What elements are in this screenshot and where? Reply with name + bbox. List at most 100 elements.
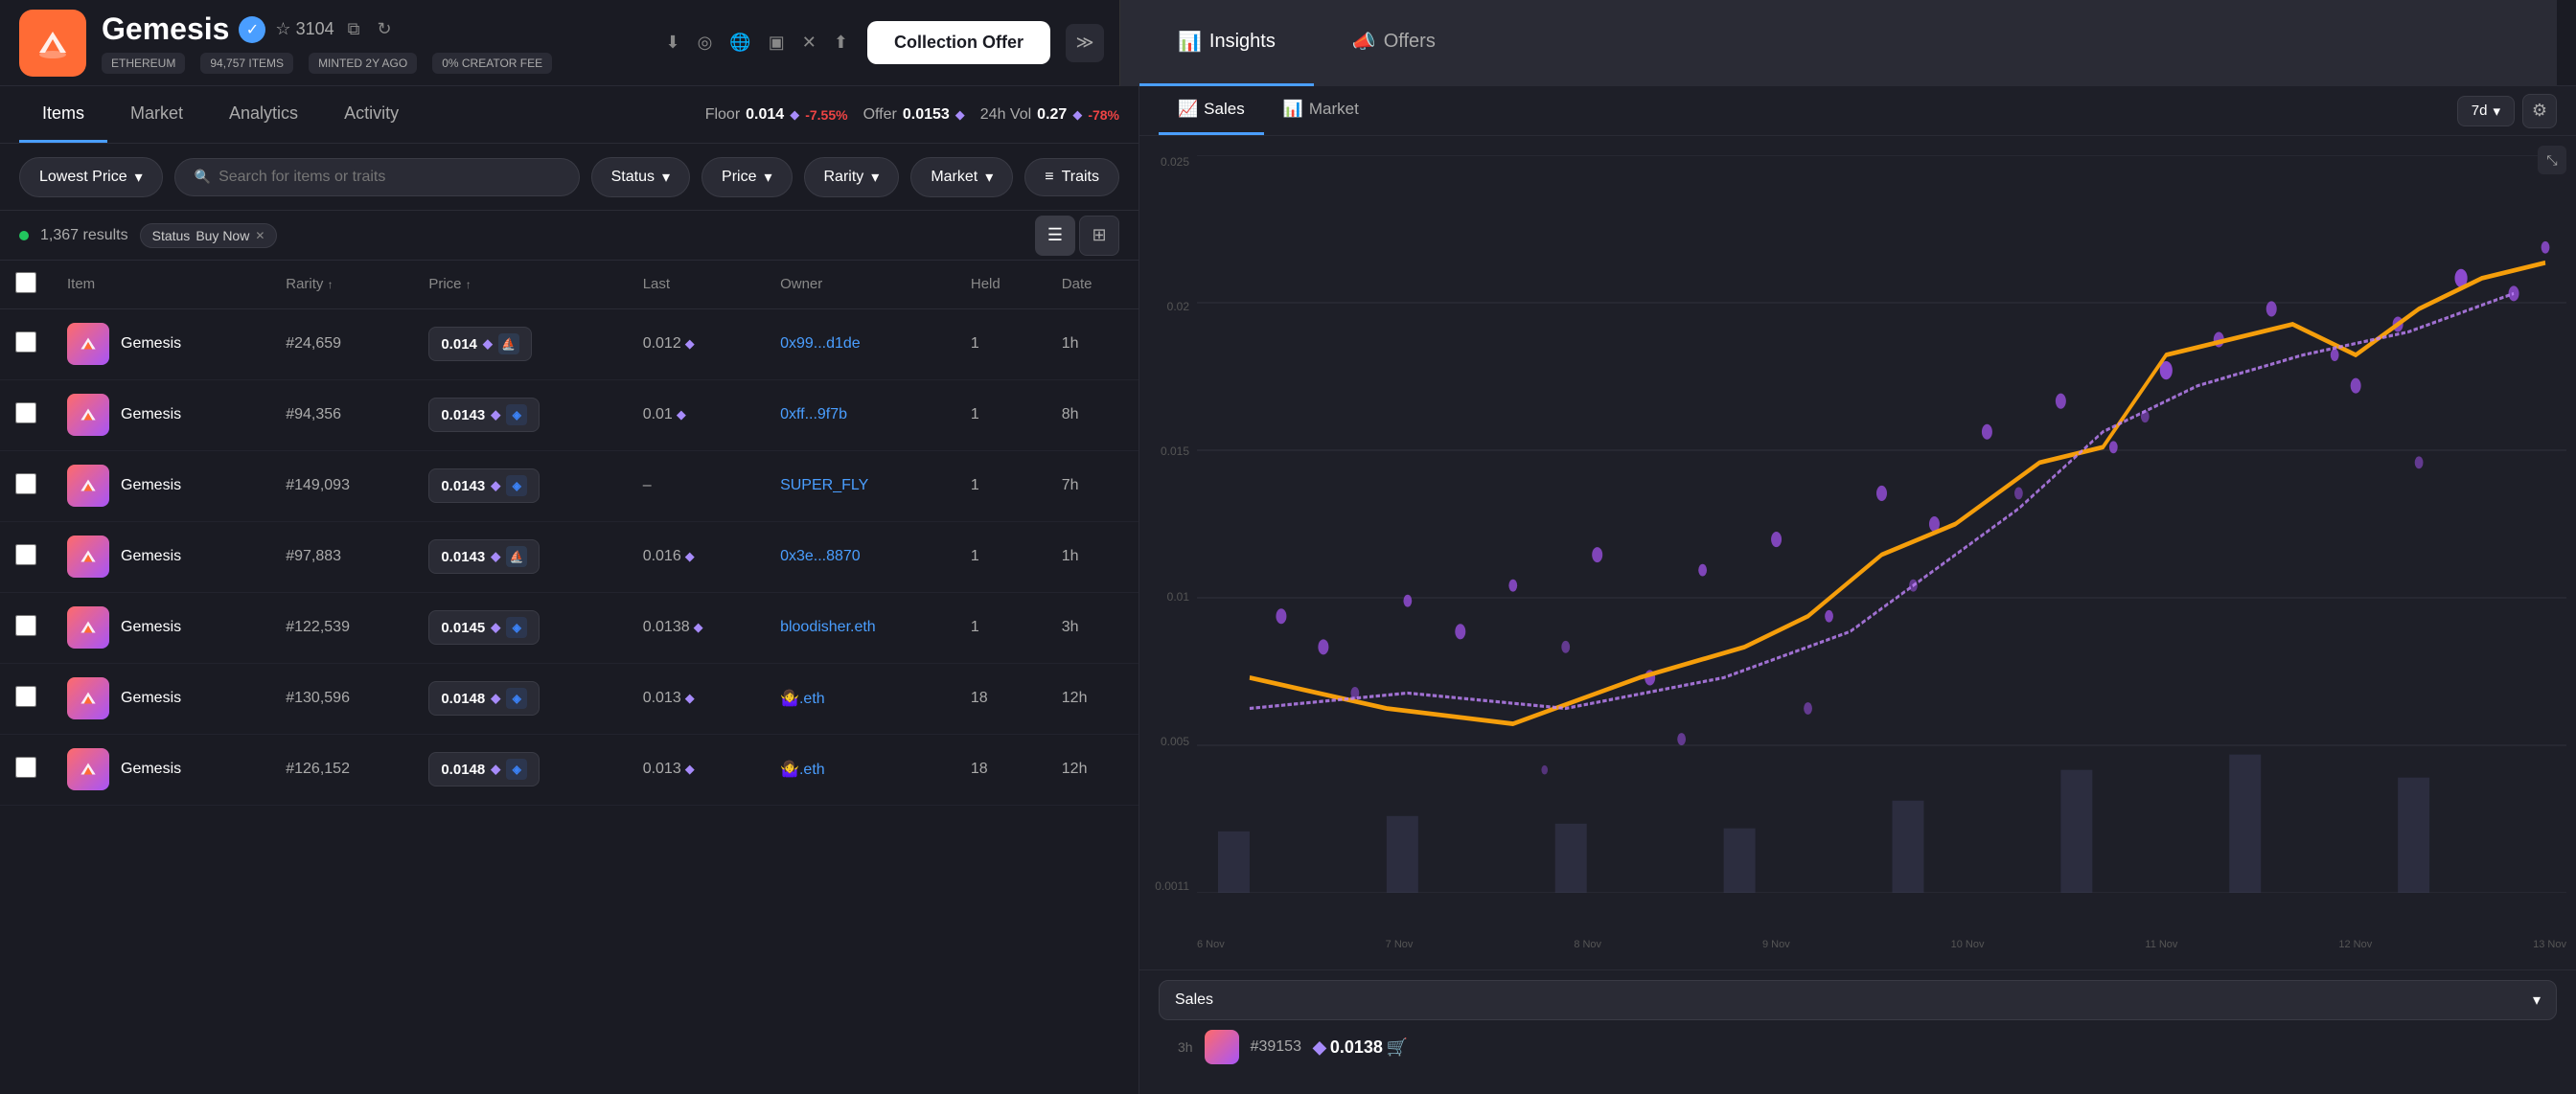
last-price-value: 0.013 [643,761,681,778]
price-pill[interactable]: 0.0148 ◆ ◈ [428,752,540,786]
globe-icon[interactable]: 🌐 [725,29,754,57]
price-pill[interactable]: 0.014 ◆ ⛵ [428,327,532,361]
owner-link[interactable]: 0x3e...8870 [780,548,861,564]
row-price-cell: 0.0145 ◆ ◈ [413,592,627,663]
last-eth-icon: ◆ [685,691,695,706]
owner-link[interactable]: 🤷‍♀️.eth [780,691,825,707]
owner-link[interactable]: 🤷‍♀️.eth [780,762,825,778]
tab-market[interactable]: Market [107,86,206,143]
header-checkbox[interactable] [0,261,52,308]
price-eth-icon: ◆ [491,620,500,635]
sales-dropdown[interactable]: Sales ▾ [1159,980,2557,1020]
item-name: Gemesis [121,477,181,494]
bottom-price-value: 0.0138 [1330,1037,1383,1058]
market-chevron-icon: ▾ [985,168,993,187]
row-checkbox[interactable] [15,544,36,565]
table-row[interactable]: Gemesis #126,152 0.0148 ◆ ◈ 0.013 ◆ 🤷‍♀️… [0,734,1138,805]
market-blur-icon: ◈ [506,475,527,496]
y-label-2: 0.02 [1147,300,1189,313]
row-item-cell: Gemesis [52,663,270,734]
row-rarity-cell: #126,152 [270,734,413,805]
table-row[interactable]: Gemesis #149,093 0.0143 ◆ ◈ – SUPER_FLY … [0,450,1138,521]
sort-dropdown[interactable]: Lowest Price ▾ [19,157,163,197]
download-icon[interactable]: ⬇ [662,29,684,57]
badge-remove-button[interactable]: ✕ [255,229,264,242]
tab-items[interactable]: Items [19,86,107,143]
market-filter[interactable]: Market ▾ [910,157,1013,197]
twitter-icon[interactable]: ✕ [798,29,820,57]
price-pill[interactable]: 0.0148 ◆ ◈ [428,681,540,716]
row-checkbox[interactable] [15,473,36,494]
results-count: 1,367 results [40,227,128,244]
time-period-selector[interactable]: 7d ▾ [2457,96,2515,126]
rarity-value: #94,356 [286,406,341,422]
expand-chart-button[interactable]: ⤡ [2538,146,2566,174]
copy-button[interactable]: ⧉ [344,15,364,43]
sales-tab[interactable]: 📈 Sales [1159,86,1264,135]
row-price-cell: 0.0148 ◆ ◈ [413,734,627,805]
select-all-checkbox[interactable] [15,272,36,293]
row-held-cell: 18 [955,663,1046,734]
add-to-cart-button[interactable]: 🛒 [1387,1037,1408,1058]
owner-link[interactable]: SUPER_FLY [780,477,868,493]
last-eth-icon: ◆ [685,336,695,352]
share-icon[interactable]: ◎ [694,29,717,57]
row-checkbox[interactable] [15,615,36,636]
price-filter[interactable]: Price ▾ [702,157,792,197]
price-pill[interactable]: 0.0145 ◆ ◈ [428,610,540,645]
table-row[interactable]: Gemesis #94,356 0.0143 ◆ ◈ 0.01 ◆ 0xff..… [0,379,1138,450]
table-row[interactable]: Gemesis #130,596 0.0148 ◆ ◈ 0.013 ◆ 🤷‍♀️… [0,663,1138,734]
offers-icon: 📣 [1352,30,1376,54]
chart-settings-button[interactable]: ⚙ [2522,94,2557,128]
star-count[interactable]: ☆ 3104 [275,19,334,39]
offers-tab[interactable]: 📣 Offers [1314,0,1474,86]
price-pill[interactable]: 0.0143 ◆ ⛵ [428,539,540,574]
price-pill[interactable]: 0.0143 ◆ ◈ [428,398,540,432]
row-checkbox[interactable] [15,757,36,778]
collection-offer-button[interactable]: Collection Offer [867,21,1050,64]
item-name: Gemesis [121,619,181,636]
market-tab[interactable]: 📊 Market [1264,86,1378,135]
col-price[interactable]: Price ↑ [413,261,627,308]
col-rarity[interactable]: Rarity ↑ [270,261,413,308]
owner-link[interactable]: bloodisher.eth [780,619,876,635]
star-number: 3104 [296,19,334,39]
table-row[interactable]: Gemesis #122,539 0.0145 ◆ ◈ 0.0138 ◆ blo… [0,592,1138,663]
row-last-cell: 0.012 ◆ [628,308,765,379]
row-checkbox[interactable] [15,402,36,423]
last-eth-icon: ◆ [685,549,695,564]
owner-link[interactable]: 0x99...d1de [780,335,861,352]
row-item-cell: Gemesis [52,592,270,663]
time-period-chevron-icon: ▾ [2493,103,2500,120]
chart-area: 0.025 0.02 0.015 0.01 0.005 0.0011 [1139,136,2576,969]
price-pill[interactable]: 0.0143 ◆ ◈ [428,468,540,503]
owner-link[interactable]: 0xff...9f7b [780,406,847,422]
price-ticker: Floor 0.014 ◆ -7.55% Offer 0.0153 ◆ 24h … [705,106,1119,124]
row-held-cell: 1 [955,308,1046,379]
item-name: Gemesis [121,406,181,423]
results-dot [19,231,29,240]
tab-analytics[interactable]: Analytics [206,86,321,143]
row-checkbox[interactable] [15,331,36,353]
traits-label: Traits [1062,169,1099,186]
insights-tab[interactable]: 📊 Insights [1139,0,1314,86]
grid-view-button[interactable]: ⊞ [1079,216,1119,256]
expand-panel-button[interactable]: ≫ [1066,24,1104,62]
refresh-button[interactable]: ↻ [373,15,395,43]
row-checkbox[interactable] [15,686,36,707]
row-checkbox-cell [0,450,52,521]
discord-icon[interactable]: ▣ [765,29,789,57]
upload-icon[interactable]: ⬆ [830,29,852,57]
traits-filter[interactable]: ≡ Traits [1024,158,1119,196]
status-filter[interactable]: Status ▾ [591,157,690,197]
search-box[interactable]: 🔍 [174,158,580,196]
market-os-icon: ⛵ [498,333,519,354]
table-row[interactable]: Gemesis #97,883 0.0143 ◆ ⛵ 0.016 ◆ 0x3e.… [0,521,1138,592]
tab-activity[interactable]: Activity [321,86,422,143]
list-view-button[interactable]: ☰ [1035,216,1075,256]
row-owner-cell: SUPER_FLY [765,450,955,521]
nft-thumbnail [67,677,109,719]
table-row[interactable]: Gemesis #24,659 0.014 ◆ ⛵ 0.012 ◆ 0x99..… [0,308,1138,379]
rarity-filter[interactable]: Rarity ▾ [804,157,900,197]
search-input[interactable] [218,169,560,186]
